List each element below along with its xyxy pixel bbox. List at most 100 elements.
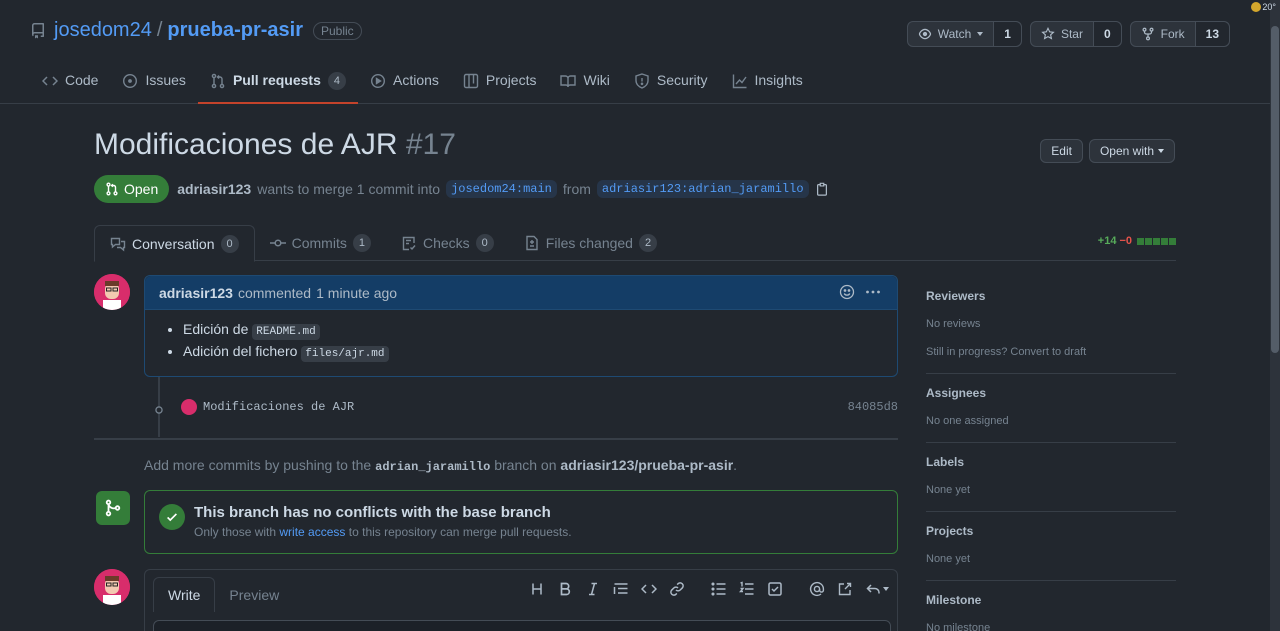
pr-author-link[interactable]: adriasir123 [177, 181, 251, 197]
merge-sub-text: to this repository can merge pull reques… [348, 525, 572, 539]
timeline-divider [94, 438, 898, 440]
book-icon [560, 75, 577, 88]
ordered-list-icon[interactable] [739, 581, 755, 597]
user-avatar-icon [94, 274, 130, 310]
pull-request-icon [106, 182, 118, 196]
task-list-icon[interactable] [767, 581, 783, 597]
smiley-icon[interactable] [839, 284, 855, 300]
cross-reference-icon[interactable] [837, 581, 853, 597]
checks-counter: 0 [475, 234, 494, 252]
weather-widget: 20° [1251, 2, 1276, 12]
watch-button[interactable]: Watch 1 [906, 21, 1022, 47]
hint-period: . [733, 457, 738, 473]
commit-author-avatar[interactable] [181, 399, 197, 415]
file-diff-icon [526, 235, 538, 251]
sidebar-labels: Labels None yet [926, 443, 1176, 512]
preview-tab[interactable]: Preview [215, 577, 293, 612]
sidebar-projects: Projects None yet [926, 512, 1176, 581]
write-tab[interactable]: Write [153, 577, 216, 612]
link-icon[interactable] [669, 581, 685, 597]
inline-code: files/ajr.md [301, 346, 389, 362]
tab-issues-label: Issues [145, 72, 186, 88]
quote-icon[interactable] [613, 581, 629, 597]
fork-label: Fork [1160, 27, 1185, 41]
reviewers-heading[interactable]: Reviewers [926, 289, 1176, 303]
tab-commits[interactable]: Commits 1 [255, 225, 386, 261]
open-with-label: Open with [1099, 144, 1154, 158]
tab-files-changed[interactable]: Files changed 2 [509, 225, 672, 261]
commit-icon [155, 406, 163, 414]
tab-pull-requests-label: Pull requests [232, 72, 321, 88]
tab-conversation[interactable]: Conversation 0 [94, 225, 255, 262]
labels-heading[interactable]: Labels [926, 455, 1176, 469]
hint-repo-link[interactable]: adriasir123/prueba-pr-asir [560, 457, 733, 473]
tab-code[interactable]: Code [30, 62, 110, 104]
commits-counter: 1 [352, 234, 371, 252]
tab-wiki[interactable]: Wiki [548, 62, 621, 104]
markdown-toolbar [523, 581, 889, 597]
head-branch[interactable]: adriasir123:adrian_jaramillo [596, 180, 809, 198]
repo-title: josedom24 / prueba-pr-asir Public [30, 19, 362, 42]
tab-actions-label: Actions [392, 72, 439, 88]
tab-actions[interactable]: Actions [358, 62, 451, 104]
git-merge-icon [105, 499, 121, 517]
italic-icon[interactable] [585, 581, 601, 597]
scrollbar-thumb[interactable] [1271, 26, 1279, 353]
mention-icon[interactable] [809, 581, 825, 597]
repo-name-link[interactable]: prueba-pr-asir [167, 19, 303, 42]
assignees-heading[interactable]: Assignees [926, 386, 1176, 400]
merge-text-from: from [562, 181, 591, 197]
repo-owner-link[interactable]: josedom24 [54, 19, 152, 42]
diffstat-blocks [1137, 237, 1176, 245]
list-item: Edición de README.md [183, 321, 897, 340]
comment-textarea[interactable] [153, 620, 891, 631]
avatar[interactable] [94, 569, 130, 605]
unordered-list-icon[interactable] [711, 581, 727, 597]
code-icon[interactable] [641, 581, 657, 597]
comment-time[interactable]: 1 minute ago [316, 285, 397, 301]
star-count[interactable]: 0 [1093, 22, 1121, 46]
hint-text: Add more commits by pushing to the [144, 457, 372, 473]
inline-code: README.md [252, 324, 320, 340]
tab-files-changed-label: Files changed [545, 235, 633, 251]
sidebar-reviewers: Reviewers No reviews Still in progress? … [926, 277, 1176, 374]
hint-branch: adrian_jaramillo [375, 460, 491, 474]
sidebar-assignees: Assignees No one assigned [926, 374, 1176, 443]
heading-icon[interactable] [529, 581, 545, 597]
editor-tabs: Write Preview [153, 577, 293, 612]
commit-message-link[interactable]: Modificaciones de AJR [203, 400, 354, 414]
base-branch[interactable]: josedom24:main [446, 180, 557, 198]
tab-checks[interactable]: Checks 0 [386, 225, 509, 261]
avatar[interactable] [94, 274, 130, 310]
comment-author-link[interactable]: adriasir123 [159, 285, 233, 301]
tab-projects[interactable]: Projects [451, 62, 549, 104]
reply-icon[interactable] [865, 581, 881, 597]
merge-status-box: This branch has no conflicts with the ba… [144, 490, 898, 554]
tab-insights[interactable]: Insights [720, 62, 815, 104]
tab-wiki-label: Wiki [583, 72, 610, 88]
commit-sha-link[interactable]: 84085d8 [848, 400, 898, 414]
chevron-down-icon[interactable] [883, 587, 889, 591]
tab-security[interactable]: Security [622, 62, 720, 104]
kebab-menu-icon[interactable] [865, 284, 881, 300]
state-badge: Open [94, 175, 170, 203]
fork-count[interactable]: 13 [1195, 22, 1229, 46]
bold-icon[interactable] [557, 581, 573, 597]
merge-text: wants to merge 1 commit into [257, 181, 441, 197]
open-with-button[interactable]: Open with [1088, 139, 1175, 163]
tab-pull-requests[interactable]: Pull requests 4 [197, 62, 359, 104]
edit-button[interactable]: Edit [1040, 139, 1083, 163]
copy-icon[interactable] [815, 182, 829, 196]
merge-status-subtitle: Only those with write access to this rep… [194, 525, 572, 539]
write-access-link[interactable]: write access [279, 525, 345, 539]
star-button[interactable]: Star 0 [1029, 21, 1122, 47]
tab-issues[interactable]: Issues [110, 62, 197, 104]
fork-icon [1142, 27, 1154, 41]
milestone-heading[interactable]: Milestone [926, 593, 1176, 607]
star-icon [1041, 27, 1055, 40]
convert-to-draft-link[interactable]: Still in progress? Convert to draft [926, 346, 1176, 358]
watch-count[interactable]: 1 [994, 22, 1021, 46]
projects-heading[interactable]: Projects [926, 524, 1176, 538]
fork-button[interactable]: Fork 13 [1129, 21, 1230, 47]
page-scrollbar[interactable] [1270, 0, 1280, 631]
